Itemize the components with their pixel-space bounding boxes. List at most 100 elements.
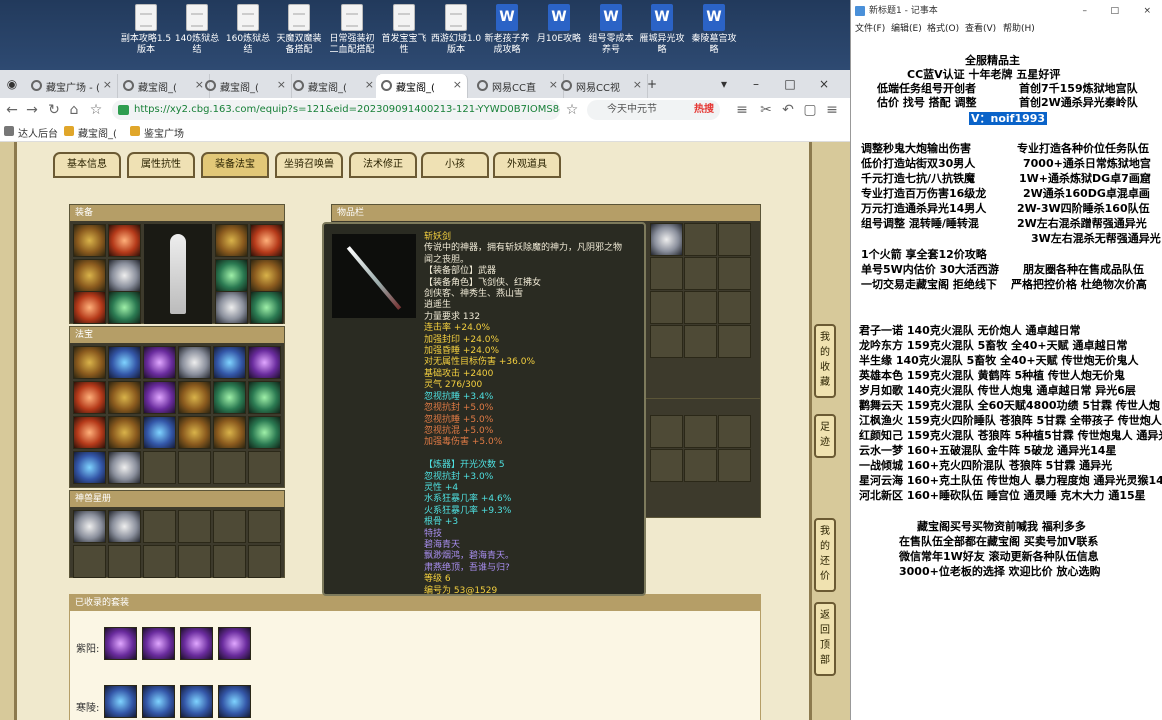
back-to-top-button[interactable]: 返回顶部 [814,602,836,676]
address-bar[interactable]: https://xy2.cbg.163.com/equip?s=121&eid=… [112,100,560,120]
shenshou-slot[interactable] [73,510,106,543]
tab-basic-info[interactable]: 基本信息 [53,152,121,178]
inventory-item[interactable] [650,223,683,256]
fabao-slot[interactable] [108,381,141,414]
browser-tab[interactable]: 网易CC直 × [472,74,564,98]
equip-slot[interactable] [215,224,248,257]
scissors-icon[interactable]: ✂ [756,100,776,120]
suit-item[interactable] [180,685,213,718]
fabao-slot[interactable] [108,346,141,379]
equip-slot[interactable] [108,259,141,292]
maximize-icon[interactable]: □ [1110,0,1119,22]
equip-slot[interactable] [73,224,106,257]
equip-slot[interactable] [108,291,141,324]
fabao-slot[interactable] [178,346,211,379]
shenshou-slot[interactable] [108,510,141,543]
fabao-slot[interactable] [213,381,246,414]
menu-icon[interactable]: ≡ [732,100,752,120]
browser-tab[interactable]: 藏宝阁_(× [118,74,210,98]
suit-item[interactable] [142,685,175,718]
fabao-slot[interactable] [73,451,106,484]
bookmark-item[interactable]: 藏宝阁_( [64,125,117,140]
equip-slot[interactable] [108,224,141,257]
menu-format[interactable]: 格式(O) [927,22,959,36]
my-favorites-button[interactable]: 我的收藏 [814,324,836,398]
fabao-slot[interactable] [248,416,281,449]
equip-slot[interactable] [73,259,106,292]
suit-item[interactable] [180,627,213,660]
extension-icon[interactable]: ▢ [800,100,820,120]
fabao-slot[interactable] [73,381,106,414]
maximize-icon[interactable]: □ [778,70,802,98]
new-tab-button[interactable]: + [640,70,664,98]
desktop-icon[interactable]: 西游幻域1.0版本 [430,4,482,56]
desktop-icon[interactable]: 160炼狱总结 [222,4,274,56]
desktop-icon[interactable]: W 秦陵墓宫攻略 [688,4,740,56]
bookmark-item[interactable]: 达人后台 [4,125,58,140]
desktop-icon[interactable]: 140炼狱总结 [171,4,223,56]
fabao-slot[interactable] [73,346,106,379]
fabao-slot[interactable] [143,381,176,414]
tab-menu-icon[interactable]: ▾ [712,70,736,98]
fabao-slot[interactable] [73,416,106,449]
home-icon[interactable]: ⌂ [64,100,84,120]
fabao-slot[interactable] [248,381,281,414]
close-window-icon[interactable]: × [812,70,836,98]
suit-item[interactable] [218,627,251,660]
tab-spell-correction[interactable]: 法术修正 [349,152,417,178]
fabao-slot[interactable] [143,416,176,449]
browser-tab[interactable]: 网易CC视 × [556,74,648,98]
browser-tab[interactable]: 藏宝广场 - (× [26,74,118,98]
close-tab-icon[interactable]: × [453,78,462,91]
tab-child[interactable]: 小孩 [421,152,489,178]
fabao-slot[interactable] [213,416,246,449]
equip-slot[interactable] [215,259,248,292]
fabao-slot[interactable] [178,416,211,449]
star-icon[interactable]: ☆ [562,100,582,120]
desktop-icon[interactable]: 首发宝宝飞性 [378,4,430,56]
search-input[interactable]: 今天中元节 热搜 [587,100,720,120]
close-window-icon[interactable]: × [1143,0,1151,22]
equip-slot[interactable] [73,291,106,324]
browser-tab[interactable]: 藏宝阁_(× [200,74,292,98]
menu-edit[interactable]: 编辑(E) [891,22,922,36]
tab-equipment[interactable]: 装备法宝 [201,152,269,178]
suit-item[interactable] [104,685,137,718]
desktop-icon[interactable]: W 新老孩子养成攻略 [481,4,533,56]
browser-tab[interactable]: 藏宝阁_(× [288,74,380,98]
browser-logo-icon[interactable]: ◉ [0,70,24,98]
fabao-slot[interactable] [213,346,246,379]
equip-slot[interactable] [250,291,283,324]
desktop-icon[interactable]: W 组号零成本养号 [585,4,637,56]
equip-slot[interactable] [250,259,283,292]
reload-icon[interactable]: ↻ [44,100,64,120]
tab-appearance[interactable]: 外观道具 [493,152,561,178]
bookmark-item[interactable]: 鉴宝广场 [130,125,184,140]
fabao-slot[interactable] [108,416,141,449]
my-counteroffer-button[interactable]: 我的还价 [814,518,836,592]
tab-mounts-pets[interactable]: 坐骑召唤兽 [275,152,343,178]
minimize-icon[interactable]: – [1083,0,1088,22]
fabao-slot[interactable] [248,346,281,379]
close-tab-icon[interactable]: × [103,78,112,91]
notepad-text-area[interactable]: 全服精品主 CC蓝V认证 十年老牌 五星好评 低端任务组号开创者 首创7千159炼狱地… [851,36,1162,720]
close-tab-icon[interactable]: × [365,78,374,91]
suit-item[interactable] [142,627,175,660]
menu-view[interactable]: 查看(V) [965,22,996,36]
back-icon[interactable]: ← [2,100,22,120]
equip-slot[interactable] [215,291,248,324]
tab-attributes[interactable]: 属性抗性 [127,152,195,178]
desktop-icon[interactable]: W 月10E攻略 [533,4,585,45]
fabao-slot[interactable] [143,346,176,379]
equip-slot[interactable] [250,224,283,257]
fabao-slot[interactable] [178,381,211,414]
minimize-icon[interactable]: – [744,70,768,98]
undo-icon[interactable]: ↶ [778,100,798,120]
forward-icon[interactable]: → [22,100,42,120]
suit-item[interactable] [218,685,251,718]
menu-help[interactable]: 帮助(H) [1003,22,1035,36]
desktop-icon[interactable]: 副本攻略1.5版本 [120,4,172,56]
close-tab-icon[interactable]: × [277,78,286,91]
bookmark-star-icon[interactable]: ☆ [86,100,106,120]
desktop-icon[interactable]: 天魔双魔装备搭配 [273,4,325,56]
